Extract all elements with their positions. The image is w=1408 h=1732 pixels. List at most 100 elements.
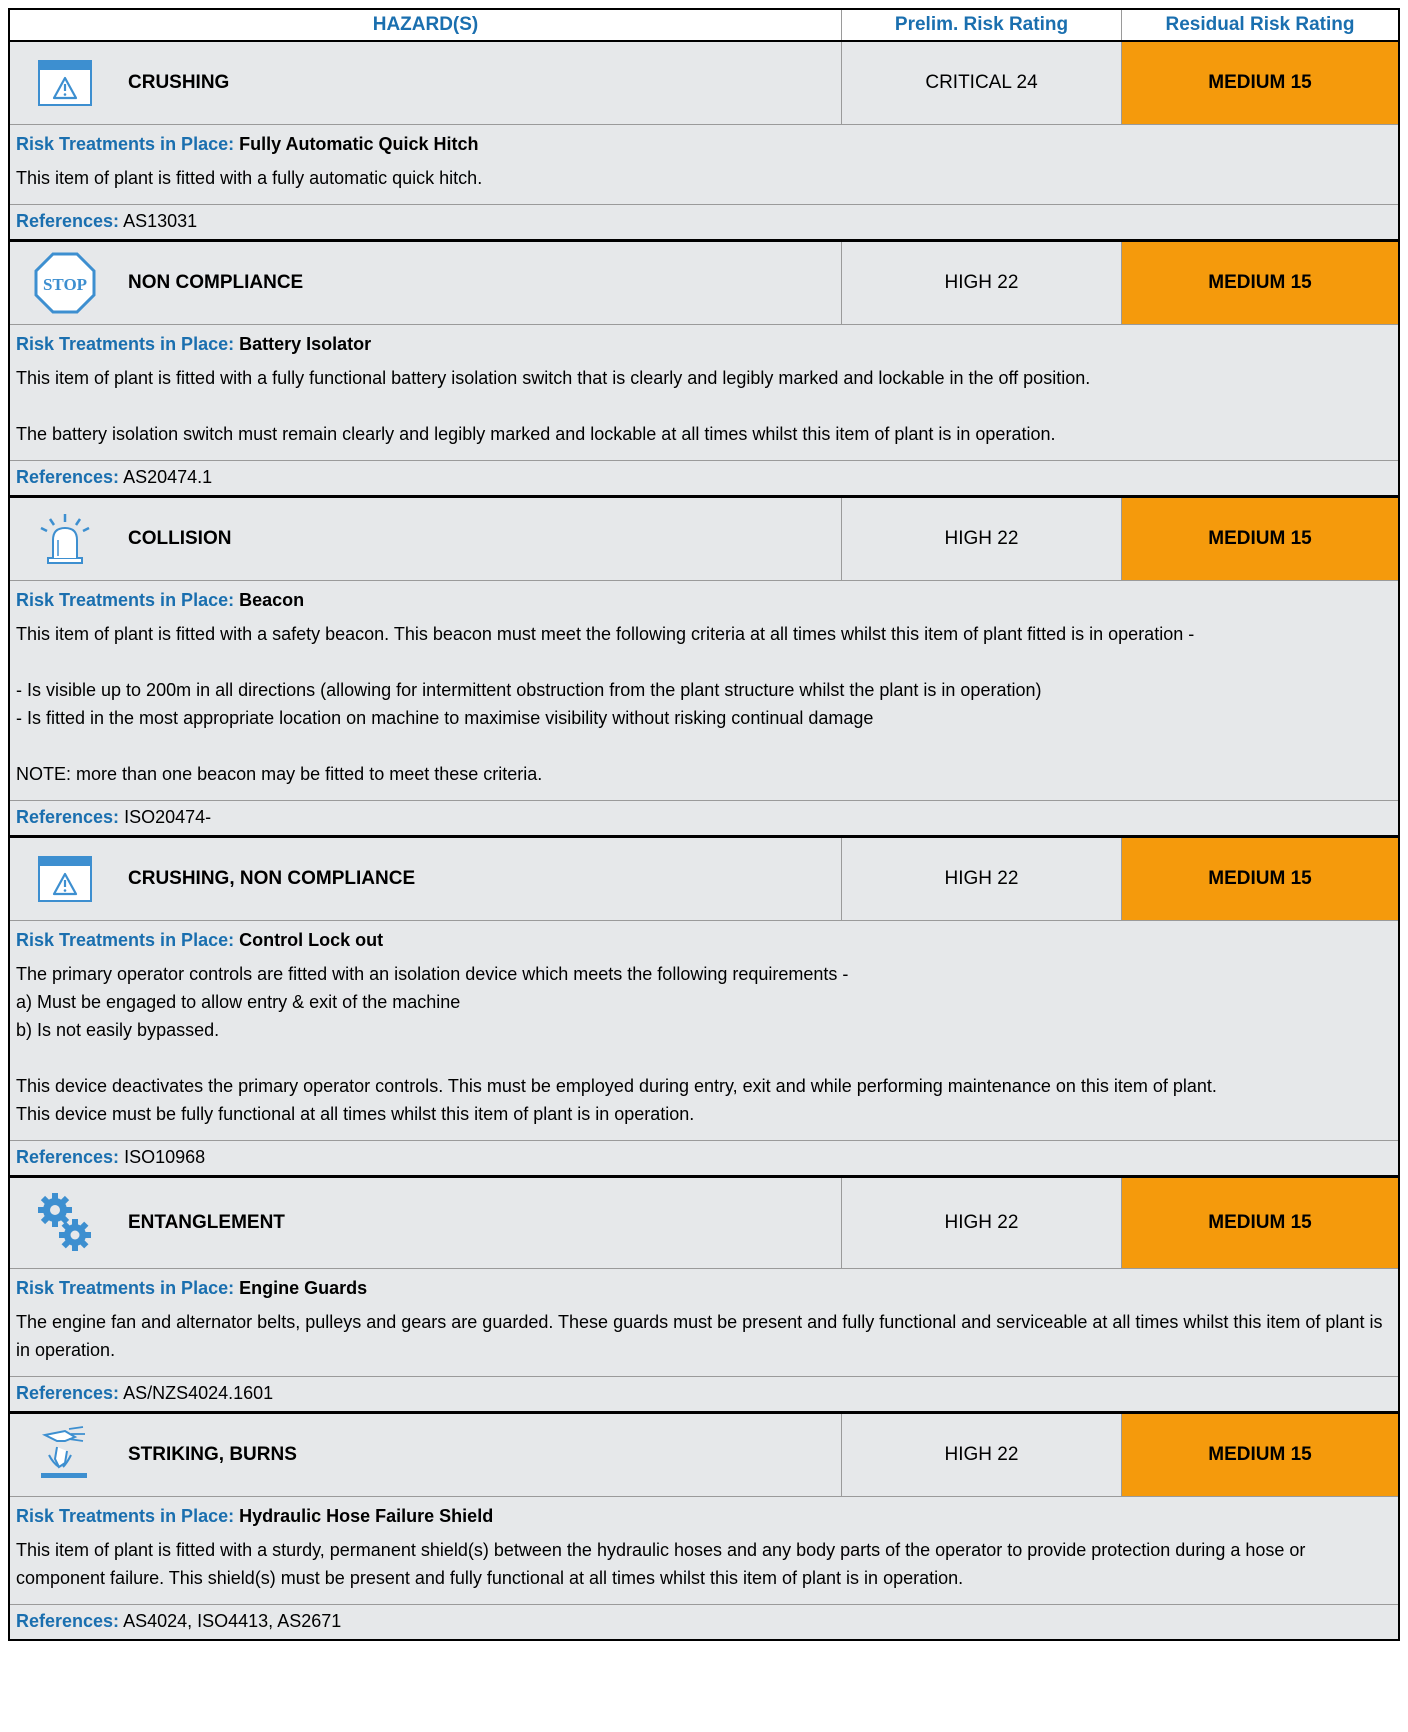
beacon-light-icon [10,498,120,580]
hazard-block: COLLISION HIGH 22 MEDIUM 15 Risk Treatments… [10,495,1398,835]
risk-treatment-description: This item of plant is fitted with a stur… [10,1532,1398,1605]
hazard-name: COLLISION [128,528,232,549]
hazard-block: STOP NON COMPLIANCE HIGH 22 MEDIUM 15 Risk … [10,239,1398,495]
hazard-row: COLLISION HIGH 22 MEDIUM 15 [10,495,1398,581]
references-row: References: AS20474.1 [10,461,1398,495]
hazard-name: STRIKING, BURNS [128,1444,297,1465]
references-row: References: ISO10968 [10,1141,1398,1175]
hazard-cell: COLLISION [10,498,842,580]
references-value: AS4024, ISO4413, AS2671 [123,1611,342,1631]
prelim-risk-rating: HIGH 22 [842,1178,1122,1268]
hazard-block: ENTANGLEMENT HIGH 22 MEDIUM 15 Risk Treatme… [10,1175,1398,1411]
description-line: This item of plant is fitted with a full… [16,168,483,188]
references-value: AS13031 [123,211,198,231]
risk-treatment-name: Fully Automatic Quick Hitch [239,134,479,154]
risk-treatment-name: Control Lock out [239,930,384,950]
description-line: The battery isolation switch must remain… [16,424,1056,444]
description-line [16,648,1392,676]
gears-icon [10,1178,120,1268]
risk-treatments-label: Risk Treatments in Place: [16,334,235,354]
references-value: ISO10968 [124,1147,206,1167]
residual-risk-rating: MEDIUM 15 [1122,498,1398,580]
risk-treatment-heading: Risk Treatments in Place: Battery Isolat… [10,325,1398,360]
description-line [16,1044,1392,1072]
hazard-row: CRUSHING CRITICAL 24 MEDIUM 15 [10,42,1398,125]
stop-sign-text: STOP [43,275,87,294]
description-line: This device must be fully functional at … [16,1104,695,1124]
description-line: b) Is not easily bypassed. [16,1020,220,1040]
references-value: ISO20474- [124,807,212,827]
hazard-cell: STOP NON COMPLIANCE [10,242,842,324]
description-line: The primary operator controls are fitted… [16,964,849,984]
description-line: This item of plant is fitted with a stur… [16,1540,1306,1588]
residual-risk-column-header: Residual Risk Rating [1165,14,1355,35]
references-label: References: [16,1147,120,1167]
description-line: This item of plant is fitted with a full… [16,368,1091,388]
residual-risk-rating: MEDIUM 15 [1122,42,1398,124]
risk-treatment-description: This item of plant is fitted with a full… [10,360,1398,461]
hazard-cell: STRIKING, BURNS [10,1414,842,1496]
warning-window-icon [10,42,120,124]
risk-treatments-label: Risk Treatments in Place: [16,134,235,154]
description-line: This item of plant is fitted with a safe… [16,624,1195,644]
prelim-risk-rating: HIGH 22 [842,838,1122,920]
residual-risk-rating: MEDIUM 15 [1122,838,1398,920]
risk-treatment-name: Engine Guards [239,1278,368,1298]
residual-risk-rating: MEDIUM 15 [1122,1414,1398,1496]
hazards-column-header: HAZARD(S) [10,10,842,40]
references-label: References: [16,807,120,827]
references-label: References: [16,1383,120,1403]
prelim-risk-rating: HIGH 22 [842,242,1122,324]
hazard-block: CRUSHING CRITICAL 24 MEDIUM 15 Risk Treatme… [10,42,1398,239]
residual-risk-rating: MEDIUM 15 [1122,1178,1398,1268]
risk-treatment-heading: Risk Treatments in Place: Hydraulic Hose… [10,1497,1398,1532]
risk-treatment-description: This item of plant is fitted with a safe… [10,616,1398,801]
references-row: References: AS13031 [10,205,1398,239]
description-line: The engine fan and alternator belts, pul… [16,1312,1383,1360]
description-line: a) Must be engaged to allow entry & exit… [16,992,461,1012]
hazard-row: STOP NON COMPLIANCE HIGH 22 MEDIUM 15 [10,239,1398,325]
risk-treatment-name: Beacon [239,590,305,610]
description-line [16,732,1392,760]
risk-treatment-description: The primary operator controls are fitted… [10,956,1398,1141]
risk-treatments-label: Risk Treatments in Place: [16,1278,235,1298]
hazard-row: CRUSHING, NON COMPLIANCE HIGH 22 MEDIUM 15 [10,835,1398,921]
hazard-block: CRUSHING, NON COMPLIANCE HIGH 22 MEDIUM 15… [10,835,1398,1175]
description-line: NOTE: more than one beacon may be fitted… [16,764,543,784]
references-label: References: [16,1611,120,1631]
hazard-name: ENTANGLEMENT [128,1212,285,1233]
hazard-list: CRUSHING CRITICAL 24 MEDIUM 15 Risk Treatme… [10,42,1398,1641]
references-row: References: AS4024, ISO4413, AS2671 [10,1605,1398,1639]
risk-treatments-label: Risk Treatments in Place: [16,1506,235,1526]
risk-assessment-sheet: HAZARD(S) Prelim. Risk Rating Residual R… [8,8,1400,1641]
prelim-risk-rating: CRITICAL 24 [842,42,1122,124]
references-row: References: ISO20474- [10,801,1398,835]
hazard-block: STRIKING, BURNS HIGH 22 MEDIUM 15 Risk Trea… [10,1411,1398,1641]
hazard-row: STRIKING, BURNS HIGH 22 MEDIUM 15 [10,1411,1398,1497]
risk-treatment-name: Hydraulic Hose Failure Shield [239,1506,494,1526]
risk-treatment-heading: Risk Treatments in Place: Fully Automati… [10,125,1398,160]
references-label: References: [16,211,120,231]
hazard-row: ENTANGLEMENT HIGH 22 MEDIUM 15 [10,1175,1398,1269]
prelim-risk-rating: HIGH 22 [842,1414,1122,1496]
risk-treatments-label: Risk Treatments in Place: [16,930,235,950]
hazard-name: NON COMPLIANCE [128,272,304,293]
stop-sign-icon: STOP [10,242,120,324]
risk-treatments-label: Risk Treatments in Place: [16,590,235,610]
risk-treatment-description: The engine fan and alternator belts, pul… [10,1304,1398,1377]
description-line: - Is visible up to 200m in all direction… [16,680,1042,700]
risk-treatment-heading: Risk Treatments in Place: Beacon [10,581,1398,616]
risk-treatment-heading: Risk Treatments in Place: Control Lock o… [10,921,1398,956]
prelim-risk-column-header: Prelim. Risk Rating [842,10,1122,40]
hazard-name: CRUSHING, NON COMPLIANCE [128,868,416,889]
references-row: References: AS/NZS4024.1601 [10,1377,1398,1411]
hazard-cell: CRUSHING, NON COMPLIANCE [10,838,842,920]
risk-treatment-name: Battery Isolator [239,334,372,354]
hand-spray-icon [10,1414,120,1496]
hazard-cell: ENTANGLEMENT [10,1178,842,1268]
references-value: AS/NZS4024.1601 [123,1383,274,1403]
residual-risk-rating: MEDIUM 15 [1122,242,1398,324]
description-line [16,392,1392,420]
references-value: AS20474.1 [123,467,213,487]
hazard-name: CRUSHING [128,72,230,93]
